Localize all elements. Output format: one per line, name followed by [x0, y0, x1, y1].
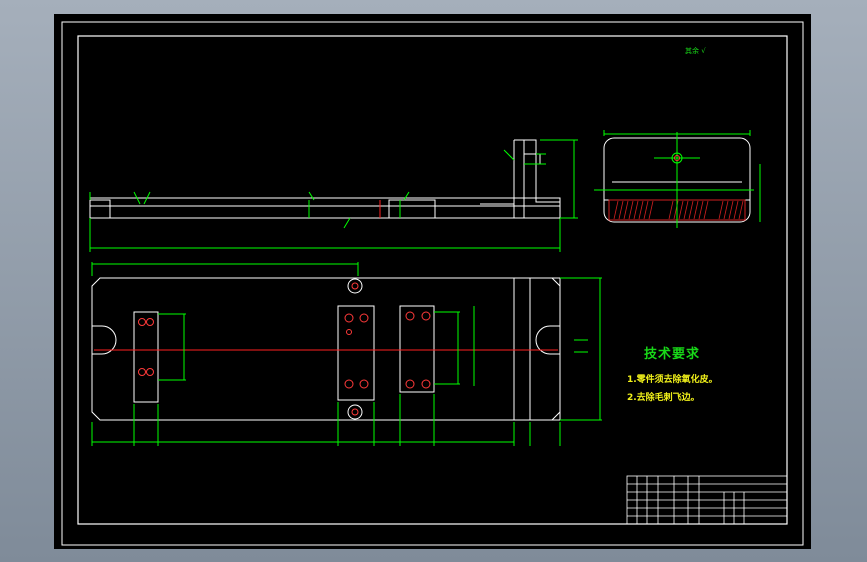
hatch-line — [648, 200, 654, 220]
hatch-line — [698, 200, 704, 220]
front-view-dims — [89, 191, 561, 252]
hatch-line — [638, 200, 644, 220]
hatch-line — [683, 200, 689, 220]
hatch-line — [718, 200, 724, 220]
inner-drawing-frame — [77, 35, 788, 525]
hatch-line — [688, 200, 694, 220]
hatch-line — [668, 200, 674, 220]
front-view — [89, 197, 561, 219]
hatch-line — [633, 200, 639, 220]
hatch-line — [738, 200, 744, 220]
cad-drawing-viewport[interactable]: 技术要求 1.零件须去除氧化皮。 2.去除毛刺飞边。 其余 √ — [54, 14, 811, 549]
hatch-line — [628, 200, 634, 220]
hatch-line — [613, 200, 619, 220]
outer-sheet-border — [61, 21, 804, 546]
title-block — [626, 475, 788, 525]
plan-view-holes — [138, 282, 431, 416]
hatch-line — [703, 200, 709, 220]
tech-requirements-title: 技术要求 — [644, 347, 701, 362]
surface-roughness-note: 其余 √ — [685, 47, 706, 55]
plan-view-plate — [91, 277, 561, 421]
tech-requirement-1: 1.零件须去除氧化皮。 — [627, 375, 718, 385]
hatch-line — [678, 200, 684, 220]
hatch-line — [728, 200, 734, 220]
tech-requirement-2: 2.去除毛刺飞边。 — [627, 393, 700, 403]
plan-view-dims — [91, 262, 602, 446]
hatch-line — [733, 200, 739, 220]
hatch-line — [643, 200, 649, 220]
engineering-drawing — [61, 21, 804, 546]
section-hatch-lines — [613, 200, 744, 220]
hatch-line — [693, 200, 699, 220]
hatch-line — [723, 200, 729, 220]
hatch-line — [623, 200, 629, 220]
hatch-line — [618, 200, 624, 220]
